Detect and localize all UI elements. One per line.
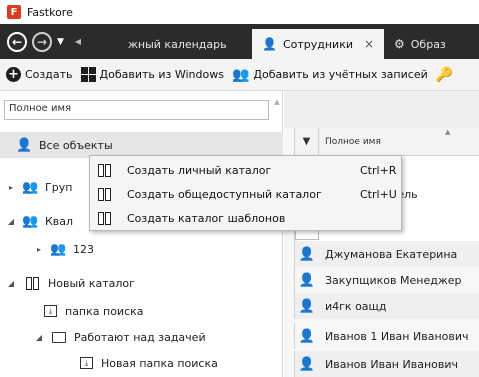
tab-scroll-left-icon[interactable]: ◀ [75, 37, 81, 46]
column-title: Полное имя [325, 136, 381, 147]
user-icon: 👤 [298, 272, 316, 288]
table-row[interactable]: 👤 и4гк оащд [294, 293, 479, 319]
forward-arrow-icon[interactable]: → [32, 31, 52, 52]
table-row[interactable]: 👤 Иванов Иван Иванович [294, 351, 479, 377]
cell-full-name: Джуманова Екатерина [325, 247, 458, 261]
close-tab-icon[interactable]: × [364, 37, 374, 51]
user-icon: 👤 [298, 328, 316, 344]
search-input[interactable]: Полное имя [4, 100, 269, 120]
create-button[interactable]: + Создать [6, 67, 73, 82]
catalog-icon [98, 187, 113, 201]
catalog-icon [98, 211, 113, 225]
key-icon: 🔑 [435, 66, 454, 83]
toolbar: + Создать Добавить из Windows 👥 Добавить… [0, 59, 479, 91]
menu-item-create-personal-catalog[interactable]: Создать личный каталог Ctrl+R [90, 158, 401, 182]
collapse-arrow-icon[interactable]: ◢ [6, 217, 16, 226]
menu-item-label: Создать каталог шаблонов [127, 211, 286, 225]
tree-item-label: Груп [45, 180, 73, 194]
key-button[interactable]: 🔑 [436, 67, 453, 83]
tab-label: жный календарь [128, 37, 227, 51]
add-windows-label: Добавить из Windows [99, 68, 224, 81]
add-from-windows-button[interactable]: Добавить из Windows [80, 67, 224, 82]
create-label: Создать [25, 68, 73, 81]
filter-icon[interactable]: ▼ [295, 127, 319, 156]
context-menu: Создать личный каталог Ctrl+R Создать об… [89, 155, 402, 231]
history-dropdown-icon[interactable]: ▼ [57, 37, 64, 47]
tab-label: Сотрудники [282, 37, 354, 51]
tab-bar: ← → ▼ ◀ жный календарь 👤 Сотрудники × ⚙ … [0, 24, 479, 59]
tree-item-123[interactable]: ▸ 👥 123 [0, 236, 283, 262]
users-icon: 👥 [231, 66, 250, 83]
search-folder-icon: ⤓ [80, 357, 93, 369]
back-arrow-icon[interactable]: ← [7, 31, 27, 52]
sample-icon: ⚙ [394, 37, 405, 51]
tree-item-label: Новая папка поиска [101, 356, 218, 370]
tree-item-new-catalog[interactable]: ◢ Новый каталог [0, 270, 283, 296]
tree-item-label: Все объекты [39, 138, 113, 152]
users-icon: 👥 [22, 179, 39, 195]
user-icon: 👤 [298, 298, 316, 314]
user-icon: 👤 [298, 356, 316, 372]
table-row[interactable]: 👤 Джуманова Екатерина [294, 241, 479, 267]
search-placeholder: Полное имя [9, 103, 72, 114]
app-title: Fastkore [27, 5, 73, 19]
expand-arrow-icon[interactable]: ▸ [6, 183, 16, 192]
scroll-up-icon[interactable]: ▲ [272, 98, 282, 108]
qualification-icon: 👥 [22, 213, 39, 229]
tree-item-label: папка поиска [65, 304, 144, 318]
app-logo-icon: F [7, 5, 21, 19]
collapse-arrow-icon[interactable]: ◢ [6, 279, 16, 288]
tab-calendar[interactable]: жный календарь [118, 29, 250, 59]
menu-item-create-public-catalog[interactable]: Создать общедоступный каталог Ctrl+U [90, 182, 401, 206]
tree-item-label: Работают над задачей [74, 330, 206, 344]
plus-icon: + [6, 67, 21, 82]
tab-samples[interactable]: ⚙ Образ [384, 29, 479, 59]
add-accounts-label: Добавить из учётных записей [253, 68, 428, 81]
table-row[interactable]: 👤 Иванов 1 Иван Иванович [294, 323, 479, 349]
folder-icon [52, 331, 66, 343]
search-folder-icon: ⤓ [44, 305, 57, 317]
table-row[interactable]: 👤 Закупщиков Менеджер [294, 267, 479, 293]
group-by-area [284, 91, 479, 128]
tree-item-search-folder[interactable]: ⤓ папка поиска [0, 298, 283, 324]
cell-full-name: Иванов Иван Иванович [325, 357, 458, 371]
tree-item-label: 123 [73, 242, 94, 256]
qualification-icon: 👥 [50, 241, 67, 257]
right-panel: ▼ Полное имя ▲ ователь 👤 Джуманова Екате… [284, 91, 479, 377]
user-icon: 👤 [16, 137, 33, 153]
tree-item-label: Квал [45, 214, 74, 228]
menu-item-shortcut: Ctrl+U [360, 187, 397, 201]
left-panel: Полное имя ▲ 👤 Все объекты ▸ 👥 Груп ◢ 👥 … [0, 91, 283, 377]
cell-full-name: и4гк оащд [325, 299, 387, 313]
user-icon: 👤 [298, 246, 316, 262]
menu-item-label: Создать общедоступный каталог [127, 187, 322, 201]
menu-item-label: Создать личный каталог [127, 163, 272, 177]
catalog-icon [98, 163, 113, 177]
add-from-accounts-button[interactable]: 👥 Добавить из учётных записей [232, 67, 428, 83]
tree-item-new-search-folder[interactable]: ⤓ Новая папка поиска [0, 350, 283, 376]
tab-employees[interactable]: 👤 Сотрудники × [252, 29, 384, 59]
menu-item-shortcut: Ctrl+R [360, 163, 397, 177]
expand-arrow-icon[interactable]: ▸ [34, 245, 44, 254]
cell-full-name: Иванов 1 Иван Иванович [325, 329, 469, 343]
collapse-arrow-icon[interactable]: ◢ [34, 333, 44, 342]
catalog-icon [26, 276, 41, 290]
menu-item-create-template-catalog[interactable]: Создать каталог шаблонов [90, 206, 401, 230]
user-icon: 👤 [262, 37, 277, 51]
column-header-full-name[interactable]: ▼ Полное имя ▲ [294, 127, 479, 156]
tree-item-label: Новый каталог [48, 276, 135, 290]
navigation-buttons: ← → ▼ ◀ [0, 24, 118, 59]
tree-item-working-on-task[interactable]: ◢ Работают над задачей [0, 324, 283, 350]
title-bar: F Fastkore [0, 0, 479, 24]
cell-full-name: Закупщиков Менеджер [325, 273, 462, 287]
sort-arrow-icon: ▲ [445, 128, 451, 136]
windows-icon [80, 67, 96, 82]
tab-label: Образ [410, 37, 446, 51]
